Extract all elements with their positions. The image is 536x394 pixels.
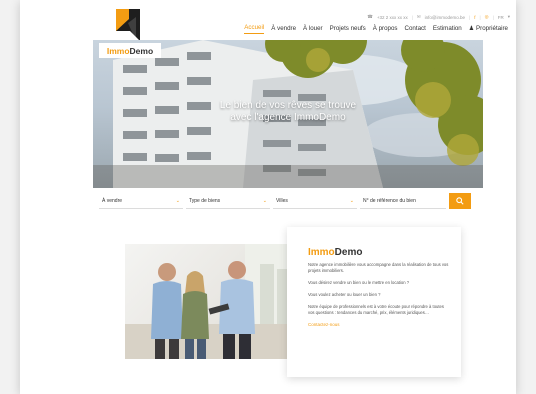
nav-projets-neufs[interactable]: Projets neufs: [330, 25, 366, 34]
search-button[interactable]: [449, 193, 471, 209]
about-card: ImmoDemo Notre agence immobilière vous a…: [287, 227, 461, 377]
nav-contact[interactable]: Contact: [405, 25, 426, 34]
transaction-select[interactable]: À vendre ⌄: [99, 193, 183, 209]
search-icon: [456, 197, 464, 205]
email-address[interactable]: info@immodemo.be: [425, 15, 465, 20]
nav-a-vendre[interactable]: À vendre: [271, 25, 296, 34]
nav-accueil[interactable]: Accueil: [244, 24, 265, 34]
about-paragraph: Vous voulez acheter ou louer un bien ?: [308, 292, 381, 297]
nav-a-propos[interactable]: À propos: [373, 25, 398, 34]
about-paragraph: Vous désirez vendre un bien ou le mettre…: [308, 280, 410, 285]
phone-icon: ☎: [367, 14, 373, 19]
page: ☎ +32 2 xxx xx xx | ✉ info@immodemo.be |…: [20, 0, 516, 394]
chevron-down-icon: ⌄: [175, 197, 180, 204]
property-type-select[interactable]: Type de biens ⌄: [186, 193, 270, 209]
chevron-down-icon: ⌄: [349, 197, 354, 204]
about-paragraph: Notre agence immobilière vous accompagne…: [308, 262, 449, 273]
reference-input[interactable]: N° de référence du bien: [360, 193, 446, 209]
main-nav: Accueil À vendre À louer Projets neufs À…: [244, 24, 508, 34]
nav-proprietaire[interactable]: ♟ Propriétaire: [469, 25, 508, 34]
about-paragraph: Notre équipe de professionnels est à vot…: [308, 304, 444, 315]
mail-icon: ✉: [416, 14, 421, 19]
hero-title: Le bien de vos rêves se trouve avec l'ag…: [219, 100, 357, 123]
instagram-icon[interactable]: ◎: [485, 14, 489, 20]
brand-logo[interactable]: Immo Demo: [99, 43, 161, 58]
language-selector[interactable]: FR: [498, 15, 504, 20]
about-title: ImmoDemo: [308, 247, 363, 258]
contact-link[interactable]: Contactez-nous: [308, 322, 449, 327]
team-photo: [125, 244, 299, 359]
property-search: À vendre ⌄ Type de biens ⌄ Villes ⌄ N° de r…: [99, 193, 479, 209]
phone-number[interactable]: +32 2 xxx xx xx: [377, 15, 408, 20]
nav-estimation[interactable]: Estimation: [433, 25, 462, 34]
city-select[interactable]: Villes ⌄: [273, 193, 357, 209]
chevron-down-icon: ▾: [507, 14, 510, 19]
nav-a-louer[interactable]: À louer: [303, 25, 323, 34]
chevron-down-icon: ⌄: [262, 197, 267, 204]
facebook-icon[interactable]: f: [474, 15, 475, 20]
logo-icon[interactable]: [116, 9, 146, 41]
contact-bar: ☎ +32 2 xxx xx xx | ✉ info@immodemo.be |…: [367, 14, 510, 20]
user-icon: ♟: [468, 25, 477, 32]
